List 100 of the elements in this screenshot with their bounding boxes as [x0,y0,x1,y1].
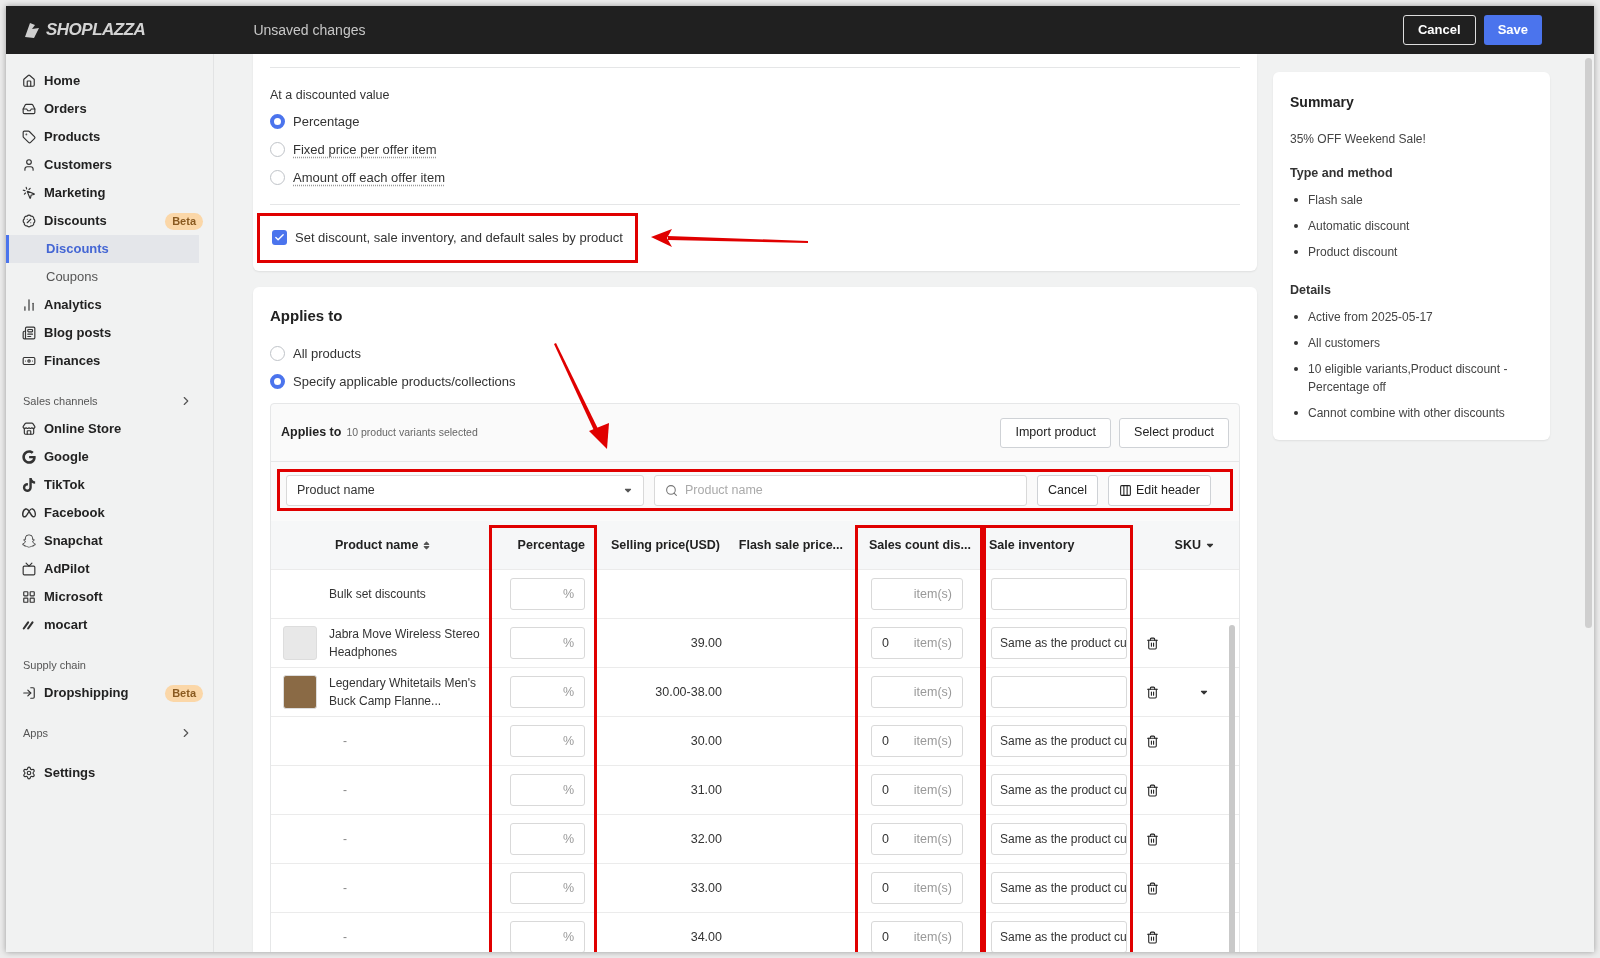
checkbox-label: Set discount, sale inventory, and default sales by product [295,229,623,247]
inbox-icon [22,102,36,116]
radio-button[interactable] [270,142,285,158]
filter-button[interactable]: Cancel [1037,474,1098,506]
sidebar-item[interactable]: Analytics [6,291,213,319]
cancel-button[interactable]: Cancel [1403,15,1476,45]
sidebar-item[interactable]: Discounts Beta [6,207,213,235]
sales-count-field[interactable]: 0 item(s) [871,823,963,856]
inventory-field[interactable]: Same as the product cu [991,774,1127,807]
sales-count-field[interactable]: 0 item(s) [871,872,963,905]
price-text: 33.00 [690,879,722,897]
trash-icon[interactable] [1145,832,1159,846]
product-name: Legendary Whitetails Men's Buck Camp Flanne... [329,675,478,711]
summary-item: All customers [1308,334,1381,352]
inventory-field[interactable]: Same as the product cu [991,872,1127,905]
column-header[interactable]: Sales count dis... [868,535,971,555]
price-text: 30.00 [690,732,722,750]
section-label: At a discounted value [270,87,391,104]
brand-logo-icon [22,20,42,40]
panel-button[interactable]: Import product [1000,417,1112,448]
column-header[interactable]: Selling price(USD) [610,535,720,555]
sales-count-field[interactable]: 0 item(s) [871,627,963,660]
sidebar-item[interactable]: Settings [6,759,213,787]
save-button[interactable]: Save [1483,15,1542,45]
radio-button[interactable] [270,114,285,130]
summary-item: Active from 2025-05-17 [1308,308,1433,326]
field-select[interactable]: Product name [286,474,644,506]
product-name: - [343,929,348,947]
infinity-icon [22,506,36,520]
summary-title: Summary [1290,93,1355,112]
column-header[interactable]: Product name [335,535,432,555]
inventory-field[interactable]: Same as the product cu [991,921,1127,952]
sidebar-item[interactable]: Finances [6,347,213,375]
sales-count-field[interactable]: 0 item(s) [871,774,963,807]
unit-label: item(s) [913,830,952,848]
column-header[interactable]: Flash sale price... [738,535,843,555]
sidebar-item[interactable]: AdPilot [6,555,213,583]
tiktok-icon [22,478,36,492]
sidebar-item[interactable]: Online Store [6,415,213,443]
scrollbar[interactable] [1229,625,1235,952]
percent-badge-icon [22,214,36,228]
inventory-field[interactable] [991,578,1127,611]
option-label: Fixed price per offer item [293,141,437,159]
inventory-field[interactable]: Same as the product cu [991,627,1127,660]
field-value: 0 [882,634,889,652]
trash-icon[interactable] [1145,783,1159,797]
search-icon [665,483,678,497]
inventory-field[interactable]: Same as the product cu [991,823,1127,856]
section-heading: Apps [23,725,49,741]
panel-button[interactable]: Select product [1119,417,1229,448]
sidebar-item[interactable]: Orders [6,95,213,123]
column-header[interactable]: Sale inventory [989,535,1075,555]
sidebar-item[interactable]: Customers [6,151,213,179]
unit-label: item(s) [913,732,952,750]
sidebar-item[interactable]: Google [6,443,213,471]
trash-icon[interactable] [1145,685,1159,699]
field-value: 0 [882,879,889,897]
unit-label: item(s) [913,634,952,652]
radio-button[interactable] [270,373,285,389]
sidebar-item[interactable]: mocart [6,611,213,639]
tv-icon [22,562,36,576]
trash-icon[interactable] [1145,734,1159,748]
newspaper-icon [22,326,36,340]
sidebar-item[interactable]: Dropshipping Beta [6,679,213,707]
sidebar-item[interactable]: Blog posts [6,319,213,347]
beta-badge: Beta [165,212,203,230]
column-header[interactable]: Percentage [517,535,585,555]
filter-button[interactable]: Edit header [1107,474,1211,506]
sidebar-item[interactable]: Facebook [6,499,213,527]
column-header[interactable]: SKU [1174,535,1215,555]
person-icon [22,158,36,172]
sidebar-item[interactable]: Microsoft [6,583,213,611]
trash-icon[interactable] [1145,881,1159,895]
checkbox[interactable] [272,230,287,246]
trash-icon[interactable] [1145,930,1159,944]
sidebar-item[interactable]: Marketing [6,179,213,207]
scrollbar[interactable] [1585,58,1592,628]
price-text: 39.00 [690,634,722,652]
sidebar-item[interactable]: TikTok [6,471,213,499]
sidebar-item[interactable]: Snapchat [6,527,213,555]
summary-item: 10 eligible variants,Product discount - Percentage off [1308,360,1509,396]
trash-icon[interactable] [1145,636,1159,650]
sidebar-subitem[interactable]: Discounts [9,235,199,263]
sort-icon[interactable] [422,540,432,550]
summary-heading: Type and method [1290,165,1394,182]
sales-count-field[interactable]: 0 item(s) [871,921,963,952]
store-icon [22,422,36,436]
option-label: All products [293,344,361,363]
sales-count-field[interactable]: 0 item(s) [871,725,963,758]
sidebar-item[interactable]: Products [6,123,213,151]
search-field[interactable]: Product name [654,474,1027,506]
price-text: 31.00 [690,781,722,799]
product-name: - [343,733,348,751]
sidebar-subitem[interactable]: Coupons [9,263,199,291]
inventory-field[interactable] [991,676,1127,709]
unit-label: item(s) [913,781,952,799]
radio-button[interactable] [270,345,285,361]
radio-button[interactable] [270,170,285,186]
sidebar-item[interactable]: Home [6,67,213,95]
inventory-field[interactable]: Same as the product cu [991,725,1127,758]
